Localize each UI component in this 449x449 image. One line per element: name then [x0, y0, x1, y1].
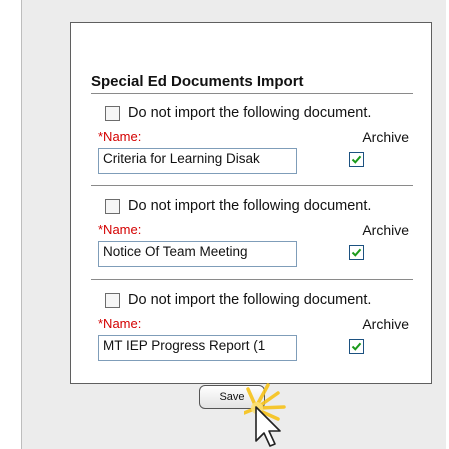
- page: Special Ed Documents Import Do not impor…: [0, 0, 447, 449]
- document-name-input[interactable]: Notice Of Team Meeting: [98, 241, 297, 267]
- name-label: *Name:: [98, 222, 142, 237]
- skip-document-checkbox[interactable]: [105, 292, 120, 308]
- checkmark-icon: [351, 342, 362, 351]
- archive-label: Archive: [362, 222, 409, 238]
- archive-label: Archive: [362, 316, 409, 332]
- document-group: Do not import the following document. *N…: [91, 185, 413, 274]
- document-group: Do not import the following document. *N…: [91, 93, 413, 181]
- skip-document-checkbox[interactable]: [105, 198, 120, 214]
- document-group: Do not import the following document. *N…: [91, 279, 413, 368]
- checkmark-icon: [351, 155, 362, 164]
- name-label: *Name:: [98, 316, 142, 331]
- content-area: Special Ed Documents Import Do not impor…: [21, 0, 446, 449]
- skip-document-label: Do not import the following document.: [128, 292, 372, 308]
- archive-label: Archive: [362, 129, 409, 145]
- document-name-input[interactable]: MT IEP Progress Report (1: [98, 335, 297, 361]
- skip-document-row[interactable]: Do not import the following document.: [105, 197, 371, 215]
- archive-checkbox[interactable]: [349, 152, 364, 167]
- skip-document-label: Do not import the following document.: [128, 198, 372, 214]
- import-form: Special Ed Documents Import Do not impor…: [70, 22, 432, 384]
- document-name-input[interactable]: Criteria for Learning Disak: [98, 148, 297, 174]
- archive-checkbox[interactable]: [349, 245, 364, 260]
- skip-document-row[interactable]: Do not import the following document.: [105, 104, 371, 122]
- skip-document-row[interactable]: Do not import the following document.: [105, 291, 371, 309]
- name-label: *Name:: [98, 129, 142, 144]
- checkmark-icon: [351, 248, 362, 257]
- mouse-pointer-icon: [244, 383, 286, 447]
- archive-checkbox[interactable]: [349, 339, 364, 354]
- skip-document-label: Do not import the following document.: [128, 105, 372, 121]
- section-title: Special Ed Documents Import: [91, 73, 304, 90]
- skip-document-checkbox[interactable]: [105, 105, 120, 121]
